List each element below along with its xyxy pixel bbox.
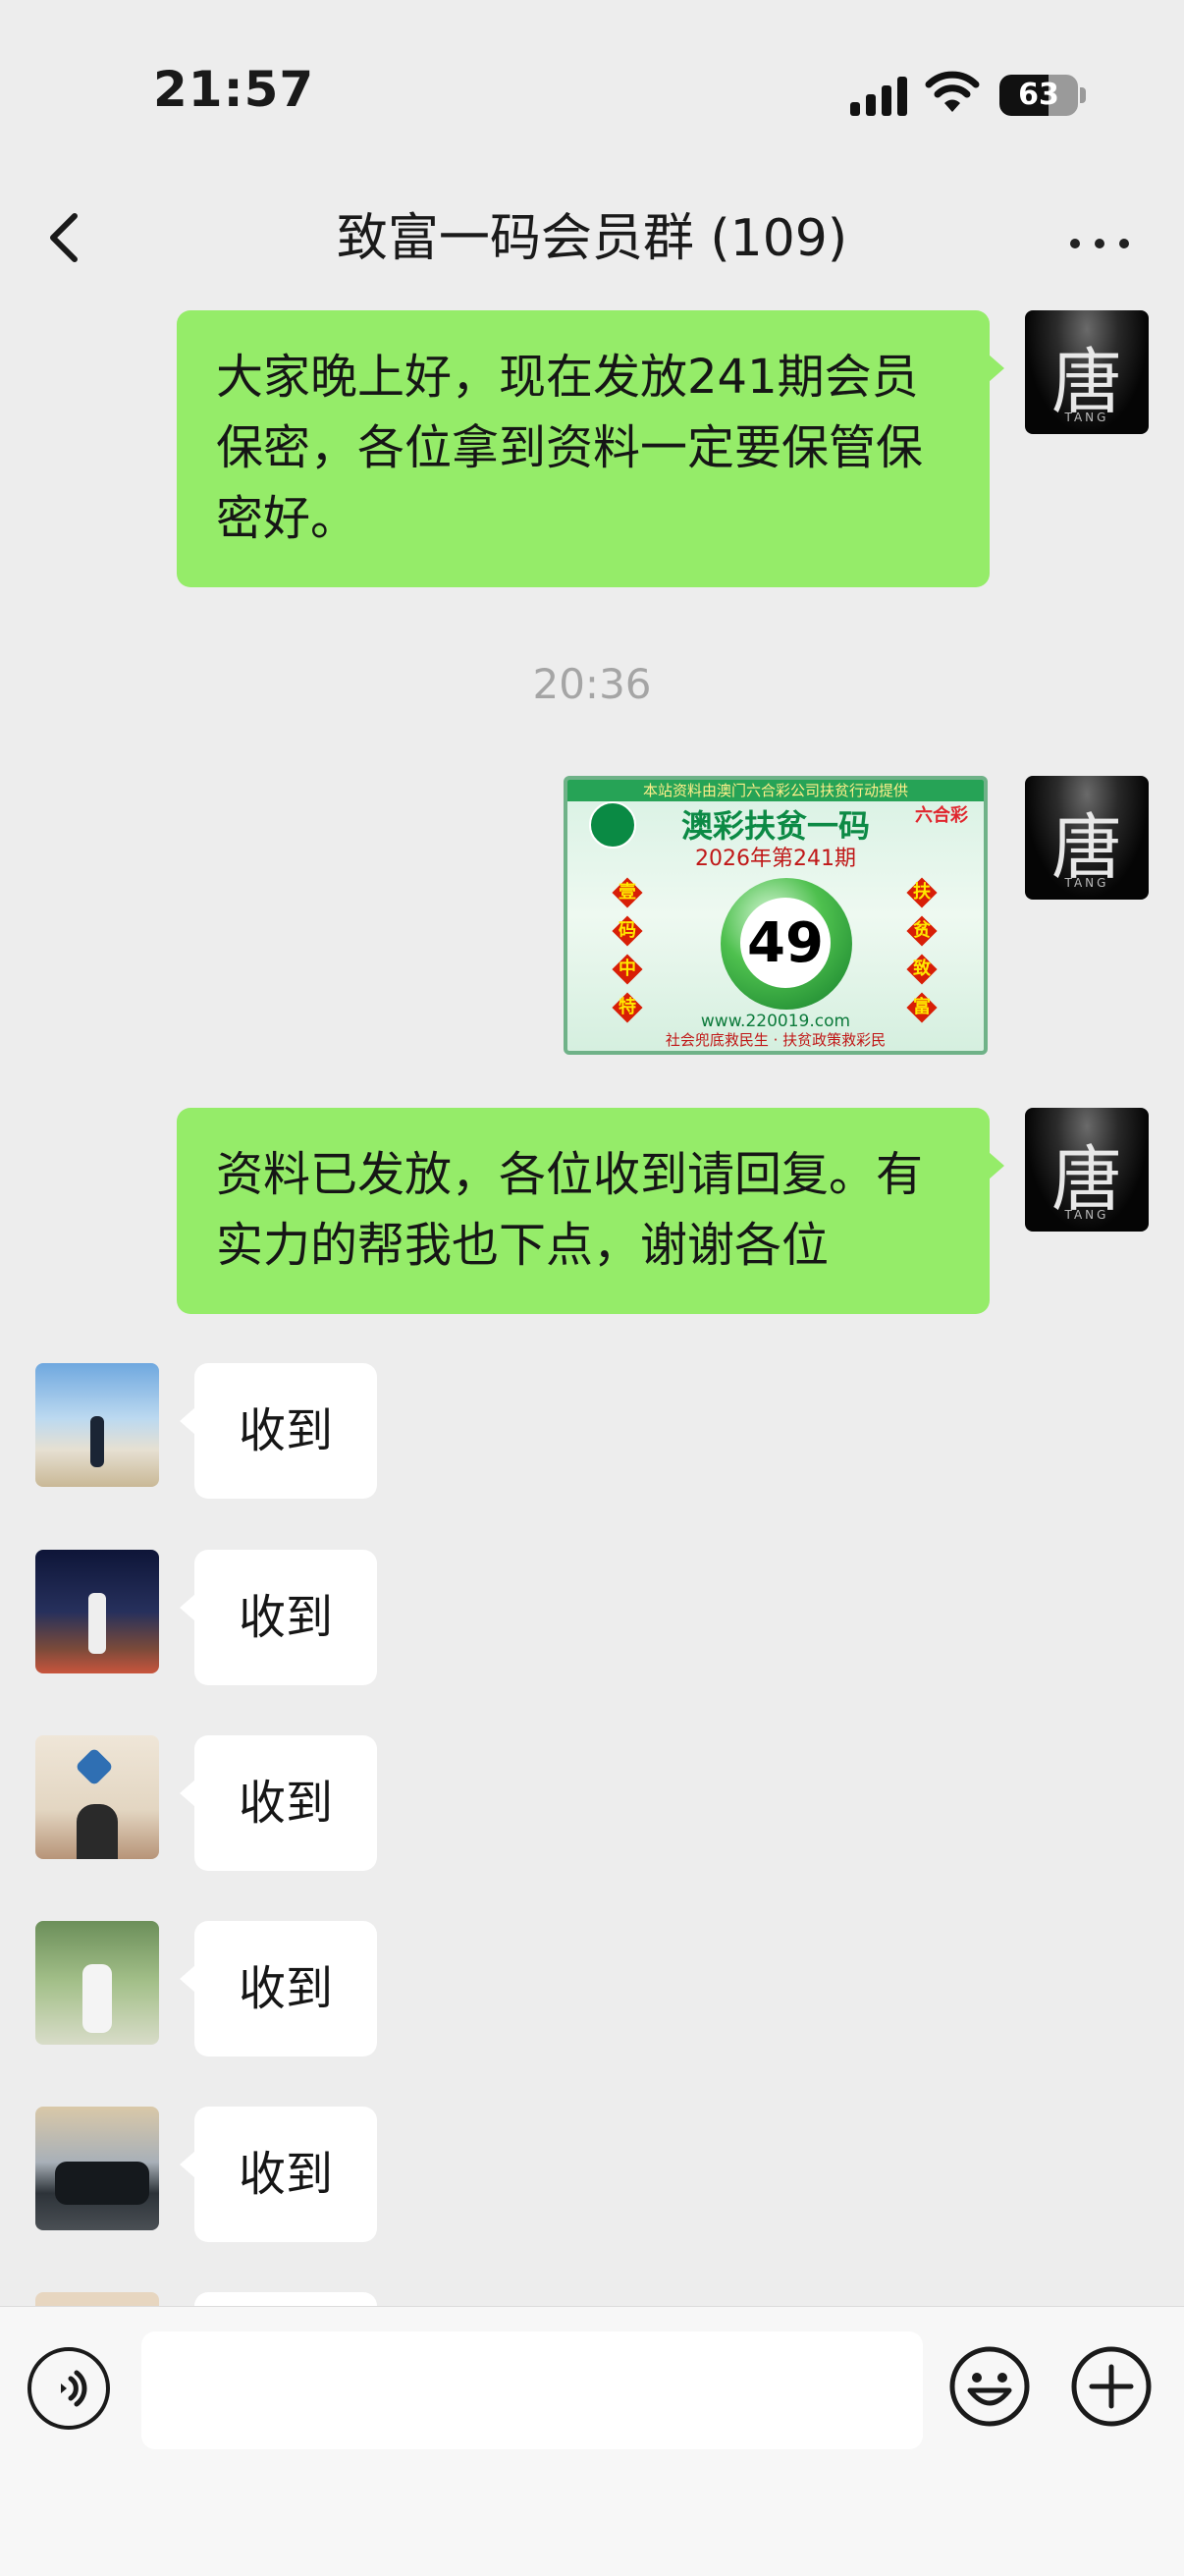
chevron-left-icon [50,213,78,262]
bubble-tail [180,1407,195,1435]
voice-icon [61,2370,87,2407]
avatar-sub: TANG [1064,411,1109,424]
battery-level: 63 [1018,78,1059,112]
message-bubble-in[interactable]: 收到 [194,1550,377,1685]
voice-input-button[interactable] [27,2347,110,2430]
image-message[interactable]: 本站资料由澳门六合彩公司扶贫行动提供 六合彩 澳彩扶贫一码 2026年第241期… [564,776,988,1055]
bubble-tail [180,2151,195,2178]
diamond-char: 中 [612,954,643,985]
message-bubble-in[interactable]: 收到 [194,1735,377,1871]
status-time: 21:57 [153,61,315,118]
image-slogan: 社会兜底救民生 · 扶贫政策救彩民 [665,1031,887,1049]
more-functions-button[interactable] [1070,2345,1153,2428]
member-avatar[interactable] [35,1550,159,1673]
message-timestamp: 20:36 [532,660,652,708]
message-bubble-in[interactable]: 收到 [194,1363,377,1499]
member-avatar[interactable] [35,1735,159,1859]
chat-title: 致富一码会员群 (109) [336,209,848,268]
diamond-char: 码 [612,915,643,947]
emoji-button[interactable] [948,2345,1031,2428]
wifi-icon [925,67,980,116]
battery-cap [1080,87,1086,103]
message-bubble-in[interactable]: 收到 [194,1921,377,2056]
plus-icon [1071,2346,1152,2427]
member-avatar[interactable] [35,1363,159,1487]
left-diamond-column: 壹 码 中 特 [612,877,643,1031]
message-bubble-out[interactable]: 资料已发放，各位收到请回复。有实力的帮我也下点，谢谢各位 [177,1108,990,1314]
message-bubble-in[interactable]: 收到 [194,2107,377,2242]
bubble-tail [180,1965,195,1993]
message-bubble-out[interactable]: 大家晚上好，现在发放241期会员保密，各位拿到资料一定要保管保密好。 [177,310,990,587]
diamond-char: 贫 [906,915,938,947]
smiley-icon [949,2346,1030,2427]
message-input[interactable] [141,2331,923,2449]
diamond-char: 致 [906,954,938,985]
diamond-char: 壹 [612,877,643,908]
image-issue: 2026年第241期 [695,847,856,871]
image-url: www.220019.com [700,1012,851,1031]
member-avatar[interactable] [35,2107,159,2230]
lottery-number: 49 [747,911,824,975]
right-diamond-column: 扶 贫 致 富 [906,877,938,1031]
cellular-signal-icon [850,71,909,116]
image-banner: 本站资料由澳门六合彩公司扶贫行动提供 [567,780,984,801]
diamond-char: 扶 [906,877,938,908]
member-avatar[interactable] [35,1921,159,2045]
battery-icon: 63 [999,75,1078,116]
avatar-self[interactable]: 唐 TANG [1025,776,1149,900]
bubble-tail [180,1594,195,1621]
avatar-self[interactable]: 唐 TANG [1025,310,1149,434]
avatar-self[interactable]: 唐 TANG [1025,1108,1149,1232]
bubble-tail [989,355,1004,382]
more-options-button[interactable] [1060,211,1139,270]
bubble-tail [989,1152,1004,1179]
back-button[interactable] [39,202,94,271]
lottery-ball: 49 [721,878,852,1010]
bubble-tail [180,1780,195,1807]
